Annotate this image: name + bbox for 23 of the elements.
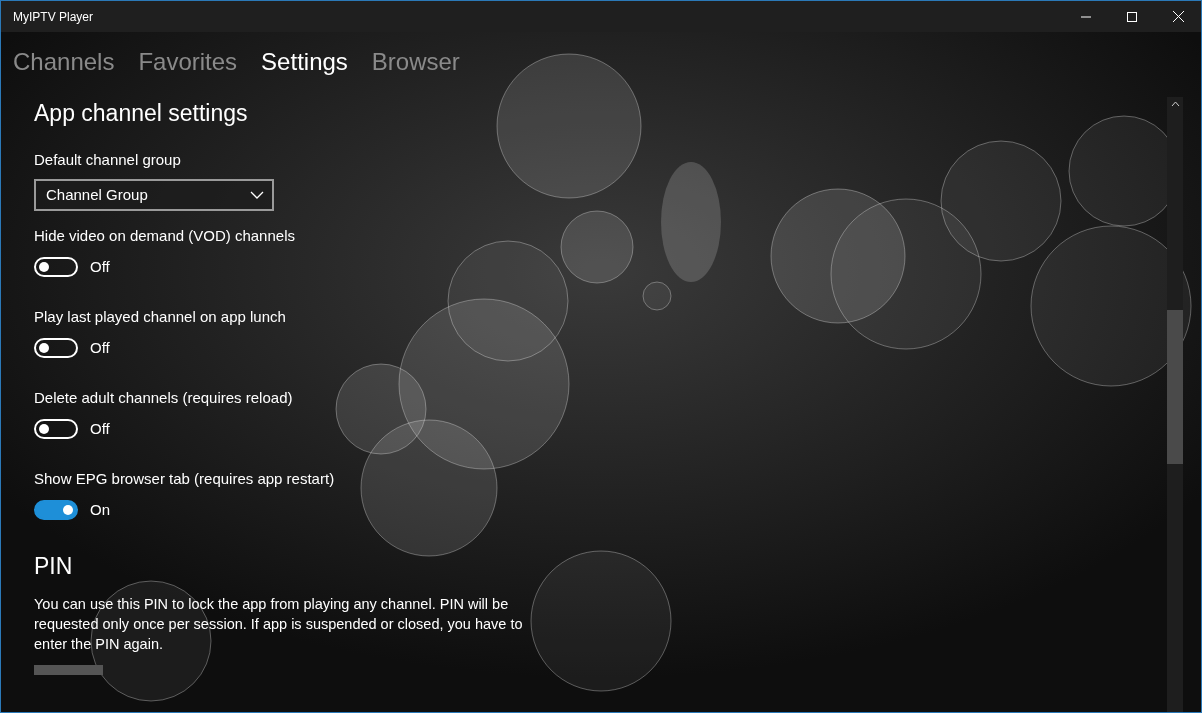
section-heading: App channel settings xyxy=(34,99,249,128)
nav-tab[interactable]: Channels xyxy=(13,44,115,80)
section-heading: PIN xyxy=(34,552,74,581)
toggle-state: Off xyxy=(90,337,110,358)
group-dropdown[interactable]: Channel Group xyxy=(34,179,274,211)
setting-label: Play last played channel on app lunch xyxy=(34,307,287,327)
toggle-state: On xyxy=(90,499,110,520)
nav-tab[interactable]: Browser xyxy=(371,44,460,80)
setting-label: Delete adult channels (requires reload) xyxy=(34,388,294,408)
setting-label: Show EPG browser tab (requires app restart) xyxy=(34,469,336,489)
window-title: MyIPTV Player xyxy=(12,8,93,26)
nav-tab[interactable]: Settings xyxy=(261,44,348,80)
chevron-down-icon xyxy=(250,191,264,199)
scrollbar-thumb[interactable] xyxy=(1167,310,1183,464)
toggle-state: Off xyxy=(90,418,110,439)
setting-label: Hide video on demand (VOD) channels xyxy=(34,226,296,246)
scroll-up-icon[interactable] xyxy=(1170,101,1180,107)
nav-tab[interactable]: Favorites xyxy=(138,44,238,80)
pin-field[interactable] xyxy=(34,664,103,675)
pin-description: You can use this PIN to lock the app from playing any channel. PIN will be requested only once per session. If app is suspended or closed, you have to enter the PIN again. xyxy=(34,594,524,654)
toggle-state: Off xyxy=(90,256,110,277)
setting-label: Default channel group xyxy=(34,149,182,170)
scrollbar[interactable] xyxy=(1167,97,1183,712)
